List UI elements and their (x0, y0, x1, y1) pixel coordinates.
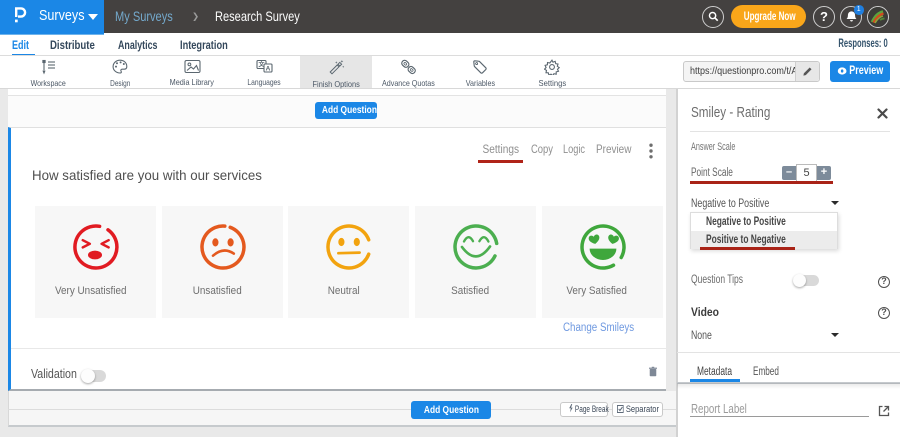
svg-text:文: 文 (257, 61, 265, 69)
svg-text:A: A (265, 66, 270, 73)
